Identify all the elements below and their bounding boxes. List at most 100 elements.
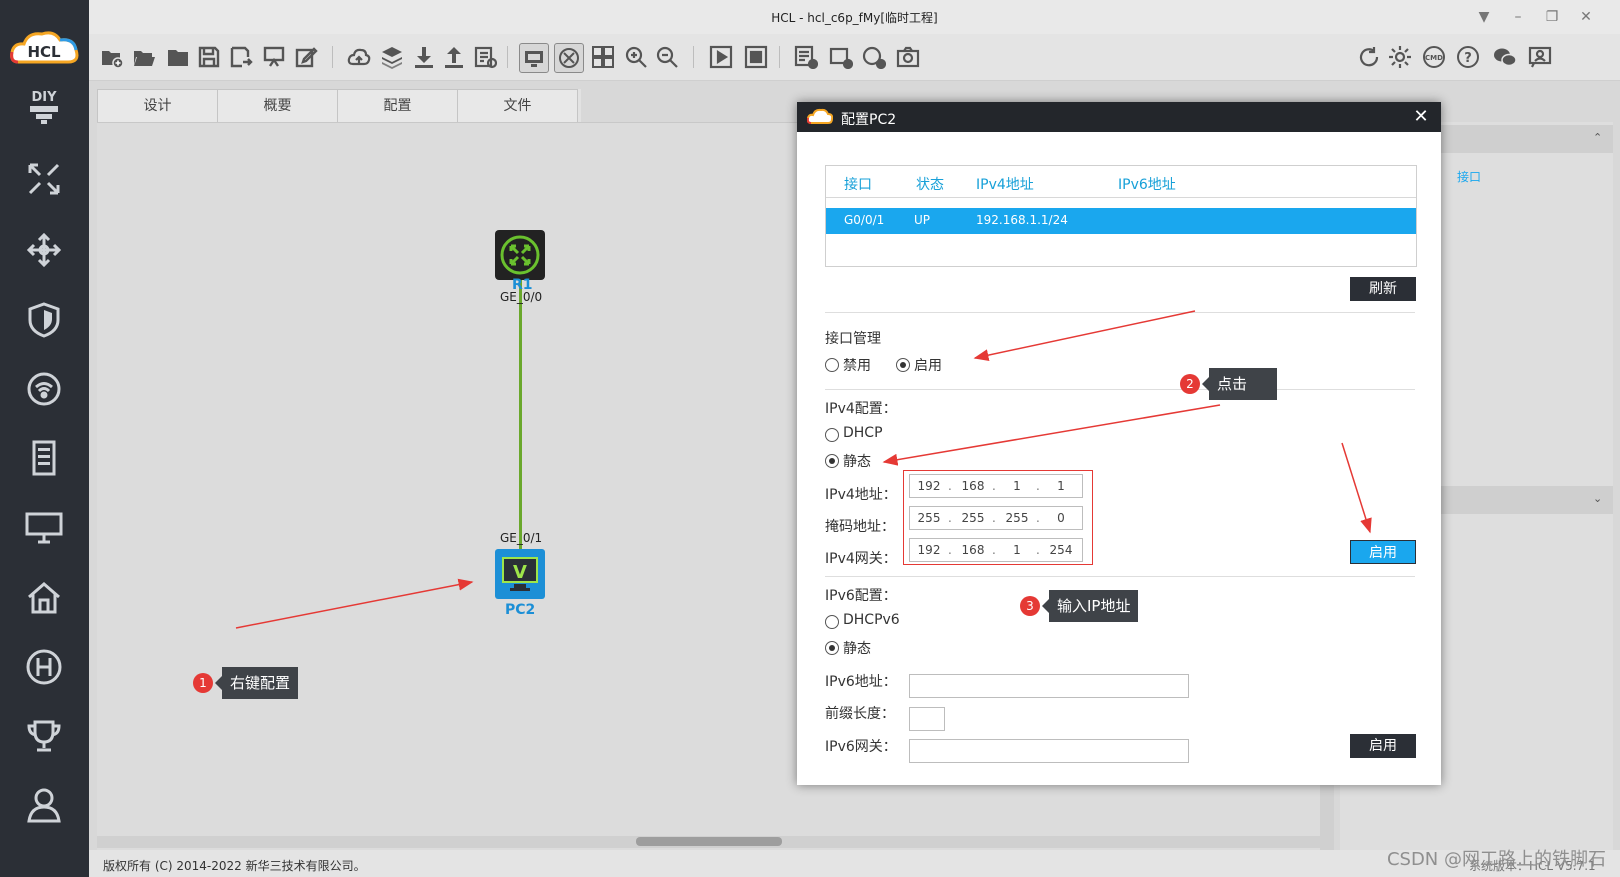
row-ipv4: 192.168.1.1/24 <box>976 213 1068 227</box>
right-panel-interface[interactable]: 接口 <box>1457 168 1481 185</box>
ipv4-gw-input[interactable]: 192. 168. 1. 254 <box>909 538 1083 562</box>
folder-icon[interactable] <box>164 43 192 71</box>
enable-radio[interactable] <box>896 358 910 372</box>
dialog-close-icon[interactable]: ✕ <box>1409 105 1433 129</box>
close-window-icon[interactable]: ✕ <box>1575 6 1597 28</box>
dhcp-radio[interactable] <box>825 428 839 442</box>
window-title: HCL - hcl_c6p_fMy[临时工程] <box>771 11 938 25</box>
copyright-text: 版权所有 (C) 2014-2022 新华三技术有限公司。 <box>103 859 366 873</box>
dialog-title: 配置PC2 <box>841 112 897 128</box>
tab-config[interactable]: 配置 <box>337 89 458 123</box>
view-tabs: 设计 概要 配置 文件 <box>97 89 581 123</box>
server-icon[interactable] <box>22 436 66 480</box>
refresh-icon[interactable] <box>1355 43 1383 71</box>
svg-text:CMD: CMD <box>1425 54 1443 62</box>
restore-icon[interactable]: ❐ <box>1541 6 1563 28</box>
static6-label: 静态 <box>843 641 871 657</box>
user-icon[interactable] <box>22 783 66 827</box>
ipv6-section-label: IPv6配置： <box>825 588 897 604</box>
h3c-icon[interactable] <box>22 645 66 689</box>
upload-icon[interactable] <box>440 43 468 71</box>
expand-icon[interactable]: ⌄ <box>1593 492 1602 505</box>
pc-port-label: GE_0/1 <box>500 531 543 545</box>
svg-text:V: V <box>513 562 527 583</box>
grid-icon[interactable] <box>589 43 617 71</box>
ipv6-gw-input[interactable] <box>909 739 1189 763</box>
cloud-icon[interactable] <box>345 43 373 71</box>
switch-icon[interactable] <box>22 228 66 272</box>
col-ipv4: IPv4地址 <box>976 177 1034 193</box>
stop-icon[interactable] <box>742 43 770 71</box>
layers-icon[interactable] <box>378 43 406 71</box>
interface-table: 接口 状态 IPv4地址 IPv6地址 G0/0/1 UP 192.168.1.… <box>825 165 1417 267</box>
edit-icon[interactable] <box>292 43 320 71</box>
disable-radio[interactable] <box>825 358 839 372</box>
ipv6-apply-button[interactable]: 启用 <box>1350 734 1416 758</box>
tab-design[interactable]: 设计 <box>97 89 218 123</box>
step-2-badge: 2 <box>1180 374 1200 394</box>
dhcpv6-radio[interactable] <box>825 615 839 629</box>
link-line[interactable] <box>519 278 522 550</box>
dropdown-icon[interactable]: ▼ <box>1473 6 1495 28</box>
add-rect-icon[interactable] <box>827 43 855 71</box>
col-status: 状态 <box>916 177 944 193</box>
settings-gear-icon[interactable] <box>1386 43 1414 71</box>
refresh-button[interactable]: 刷新 <box>1350 277 1416 301</box>
step-1-callout: 右键配置 <box>214 667 299 699</box>
zoom-in-icon[interactable] <box>622 43 650 71</box>
static-label: 静态 <box>843 454 871 470</box>
ipv6-addr-input[interactable] <box>909 674 1189 698</box>
pc2-device[interactable]: V <box>495 549 545 599</box>
home-icon[interactable] <box>22 576 66 620</box>
trophy-icon[interactable] <box>22 714 66 758</box>
terminal-pc-icon[interactable] <box>22 506 66 550</box>
ipv6-gw-label: IPv6网关： <box>825 739 897 755</box>
add-list-icon[interactable] <box>792 43 820 71</box>
camera-icon[interactable] <box>894 43 922 71</box>
wechat-icon[interactable] <box>1491 43 1519 71</box>
collapse-icon[interactable]: ⌃ <box>1593 131 1602 144</box>
ipv4-apply-button[interactable]: 启用 <box>1350 540 1416 564</box>
tab-overview[interactable]: 概要 <box>217 89 338 123</box>
download-icon[interactable] <box>410 43 438 71</box>
table-row[interactable]: G0/0/1 UP 192.168.1.1/24 <box>826 208 1416 234</box>
static6-radio[interactable] <box>825 641 839 655</box>
firewall-shield-icon[interactable] <box>22 298 66 342</box>
hcl-logo: HCL <box>8 28 80 72</box>
router-icon[interactable] <box>22 157 66 201</box>
iface-mgmt-label: 接口管理 <box>825 331 881 347</box>
ipv4-addr-input[interactable]: 192. 168. 1. 1 <box>909 474 1083 498</box>
diy-icon[interactable]: DIY <box>22 84 66 128</box>
tab-file[interactable]: 文件 <box>457 89 578 123</box>
export-icon[interactable] <box>260 43 288 71</box>
start-icon[interactable] <box>707 43 735 71</box>
row-interface: G0/0/1 <box>844 213 885 227</box>
scrollbar-thumb[interactable] <box>636 837 782 846</box>
save-icon[interactable] <box>195 43 223 71</box>
watermark: CSDN @网工路上的铁脚石 <box>1386 849 1606 870</box>
step-3-badge: 3 <box>1020 596 1040 616</box>
topology-mode-icon[interactable] <box>554 43 584 73</box>
new-project-icon[interactable] <box>98 43 126 71</box>
wireless-icon[interactable] <box>22 367 66 411</box>
capture-icon[interactable] <box>519 43 549 73</box>
minimize-icon[interactable]: – <box>1507 6 1529 28</box>
feedback-icon[interactable] <box>1526 43 1554 71</box>
mask-label: 掩码地址： <box>825 519 895 535</box>
title-bar: HCL - hcl_c6p_fMy[临时工程] ▼ – ❐ ✕ <box>89 0 1620 34</box>
ipv4-gw-label: IPv4网关： <box>825 551 897 567</box>
cmd-icon[interactable]: CMD <box>1420 43 1448 71</box>
save-as-icon[interactable] <box>227 43 255 71</box>
log-icon[interactable] <box>471 43 499 71</box>
open-project-icon[interactable] <box>130 43 158 71</box>
mask-input[interactable]: 255. 255. 255. 0 <box>909 506 1083 530</box>
zoom-out-icon[interactable] <box>653 43 681 71</box>
add-circle-icon[interactable] <box>860 43 888 71</box>
prefix-input[interactable] <box>909 707 945 731</box>
help-icon[interactable]: ? <box>1454 43 1482 71</box>
col-interface: 接口 <box>844 177 872 193</box>
router-r1[interactable] <box>495 230 545 280</box>
static-radio[interactable] <box>825 454 839 468</box>
svg-text:?: ? <box>1464 51 1472 66</box>
step-1-badge: 1 <box>193 673 213 693</box>
